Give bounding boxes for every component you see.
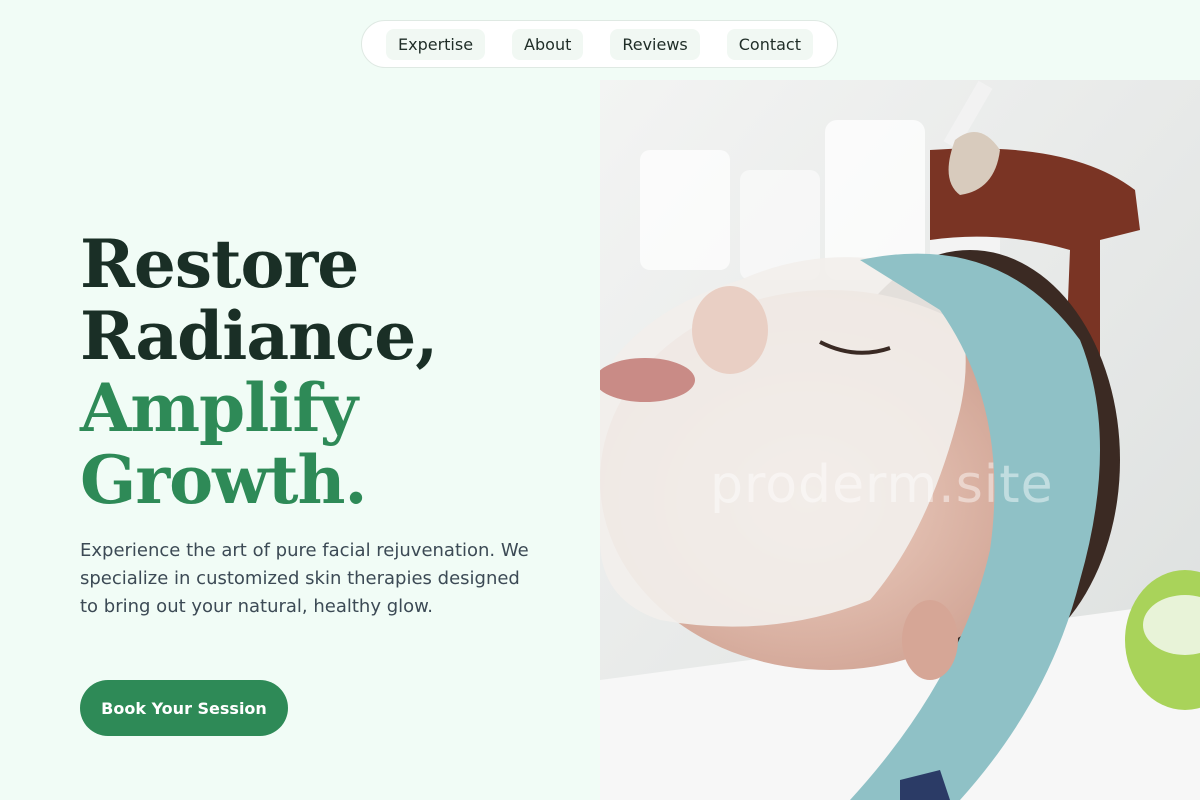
top-nav: Expertise About Reviews Contact — [361, 20, 838, 68]
hero-facial-treatment-image: proderm.site — [600, 80, 1200, 800]
hero-description: Experience the art of pure facial rejuve… — [80, 540, 529, 617]
headline-line-3: Amplify — [80, 369, 358, 447]
nav-item-about[interactable]: About — [512, 28, 584, 60]
nav-item-reviews[interactable]: Reviews — [610, 28, 700, 60]
headline-line-2: Radiance, — [80, 297, 438, 375]
hero-headline: Restore Radiance, Amplify Growth. — [80, 225, 438, 519]
book-session-button[interactable]: Book Your Session — [80, 680, 288, 736]
headline-line-1: Restore — [80, 225, 359, 303]
headline-line-4: Growth. — [80, 441, 367, 519]
facial-treatment-illustration — [600, 80, 1200, 800]
image-watermark: proderm.site — [710, 455, 1054, 515]
nav-item-expertise[interactable]: Expertise — [386, 28, 486, 60]
nav-item-contact[interactable]: Contact — [726, 28, 813, 60]
